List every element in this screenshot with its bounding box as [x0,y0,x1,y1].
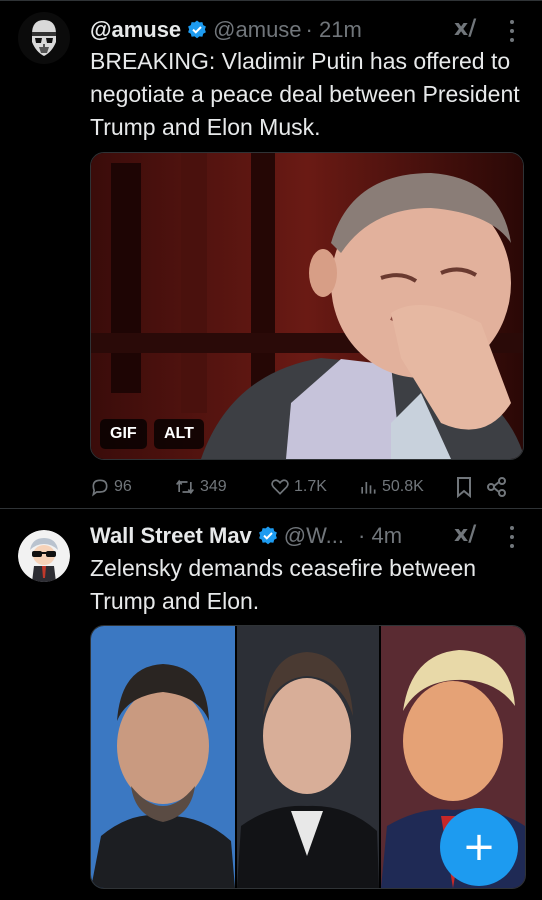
timestamp[interactable]: · 21m [306,17,362,43]
bookmark-button[interactable] [454,476,486,498]
views-button[interactable]: 50.8K [358,477,454,497]
reply-count: 96 [114,478,132,495]
putin-gif-image [91,153,523,459]
plus-icon: + [462,824,496,870]
wall-street-mav-avatar[interactable] [18,530,70,582]
view-count: 50.8K [382,478,424,495]
grok-icon[interactable]: x/ [454,16,476,41]
tweet-header: Wall Street Mav @W... · 4m [90,520,402,552]
bookmark-icon [457,477,471,498]
views-icon [361,482,376,494]
alt-badge[interactable]: ALT [154,419,204,449]
repost-icon [176,479,194,495]
compose-button[interactable]: + [440,808,518,886]
handle[interactable]: @W... [284,523,344,549]
like-count: 1.7K [294,478,327,495]
tweet-divider [0,508,542,509]
share-button[interactable] [486,476,512,498]
tweet-header: @amuse @amuse · 21m [90,14,362,46]
tweet-text: BREAKING: Vladimir Putin has offered to … [90,48,520,140]
reply-button[interactable]: 96 [90,477,174,497]
like-icon [271,479,289,495]
grok-icon[interactable]: x/ [454,522,476,547]
stormtrooper-avatar[interactable] [18,12,70,64]
tweet-text: Zelensky demands ceasefire between Trump… [90,555,477,614]
repost-button[interactable]: 349 [174,477,270,497]
display-name[interactable]: Wall Street Mav [90,523,252,549]
top-divider [0,0,542,1]
display-name[interactable]: @amuse [90,17,181,43]
gif-badge[interactable]: GIF [100,419,147,449]
more-icon[interactable] [510,526,516,548]
timestamp[interactable]: · 4m [358,523,402,549]
like-button[interactable]: 1.7K [270,477,358,497]
verified-icon [187,20,207,40]
action-bar: 96 349 1.7K 50.8K [90,472,520,502]
verified-icon [258,526,278,546]
reply-icon [92,479,108,497]
tweet-media-gif[interactable]: GIF ALT [90,152,524,460]
share-icon [487,477,506,497]
repost-count: 349 [200,478,227,495]
handle[interactable]: @amuse [213,17,301,43]
more-icon[interactable] [510,20,516,42]
